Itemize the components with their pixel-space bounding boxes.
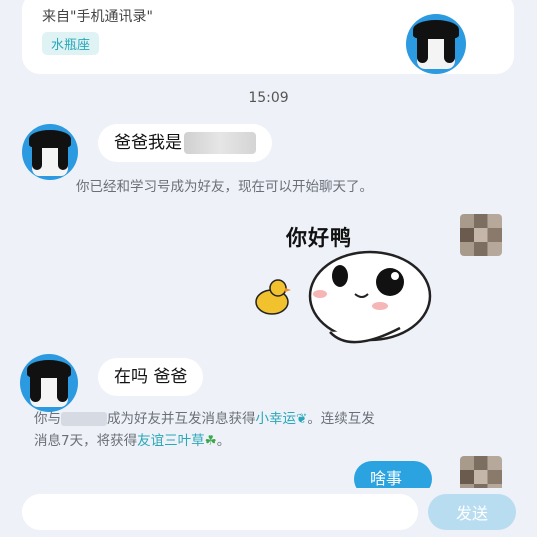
contact-avatar[interactable] — [406, 14, 466, 74]
send-button[interactable]: 发送 — [428, 494, 516, 530]
redacted-name — [184, 132, 256, 154]
incoming-message-bubble[interactable]: 爸爸我是 — [98, 124, 272, 162]
message-text: 爸爸我是 — [114, 133, 182, 153]
sticker-duck-beak — [285, 288, 291, 292]
sticker-image[interactable] — [250, 246, 450, 366]
notice-text: 成为好友并互发消息获得 — [107, 411, 256, 427]
notice-text: 消息7天，将获得 — [34, 433, 138, 449]
message-text: 在吗 爸爸 — [114, 367, 188, 387]
contact-profile-card[interactable]: 来自"手机通讯录" 水瓶座 — [22, 0, 514, 74]
contact-source-label: 来自"手机通讯录" — [42, 9, 153, 25]
sprout-icon: ❦ — [296, 411, 308, 427]
notice-text: 你与 — [34, 411, 61, 427]
avatar-hair-right — [444, 32, 456, 64]
sticker-blush-right — [372, 302, 388, 310]
avatar-hair-left — [30, 371, 41, 402]
clover-icon: ☘ — [204, 433, 217, 449]
sender-avatar[interactable] — [22, 124, 78, 180]
sticker-blush-left — [313, 290, 327, 298]
notice-text: 。 — [216, 433, 231, 449]
my-avatar[interactable] — [460, 214, 502, 256]
avatar-hair-right — [57, 371, 68, 402]
avatar-hair-left — [416, 32, 428, 64]
clover-link[interactable]: 友谊三叶草 — [137, 433, 205, 449]
incoming-message-bubble[interactable]: 在吗 爸爸 — [98, 358, 204, 396]
redacted-name — [61, 412, 107, 426]
system-notice-friendship-reward: 你与 成为好友并互发消息获得小幸运❦。连续互发 消息7天，将获得友谊三叶草☘。 — [34, 408, 504, 452]
lucky-link[interactable]: 小幸运 — [256, 411, 297, 427]
message-text: 啥事 — [370, 469, 403, 488]
notice-text: 。连续互发 — [307, 411, 375, 427]
message-input[interactable] — [22, 494, 418, 530]
sticker-ghost-body — [308, 250, 432, 342]
sticker-duck-head — [269, 279, 287, 297]
system-notice-friend-added: 你已经和学习号成为好友，现在可以开始聊天了。 — [76, 179, 373, 195]
zodiac-badge: 水瓶座 — [42, 32, 100, 55]
chat-timestamp: 15:09 — [248, 90, 289, 106]
sticker-eye-left — [332, 265, 348, 287]
avatar-hair-right — [57, 140, 68, 170]
sticker-eye-shine — [391, 272, 399, 280]
sticker-eye-right — [376, 268, 404, 296]
sender-avatar[interactable] — [20, 354, 78, 412]
avatar-hair-left — [32, 140, 43, 170]
